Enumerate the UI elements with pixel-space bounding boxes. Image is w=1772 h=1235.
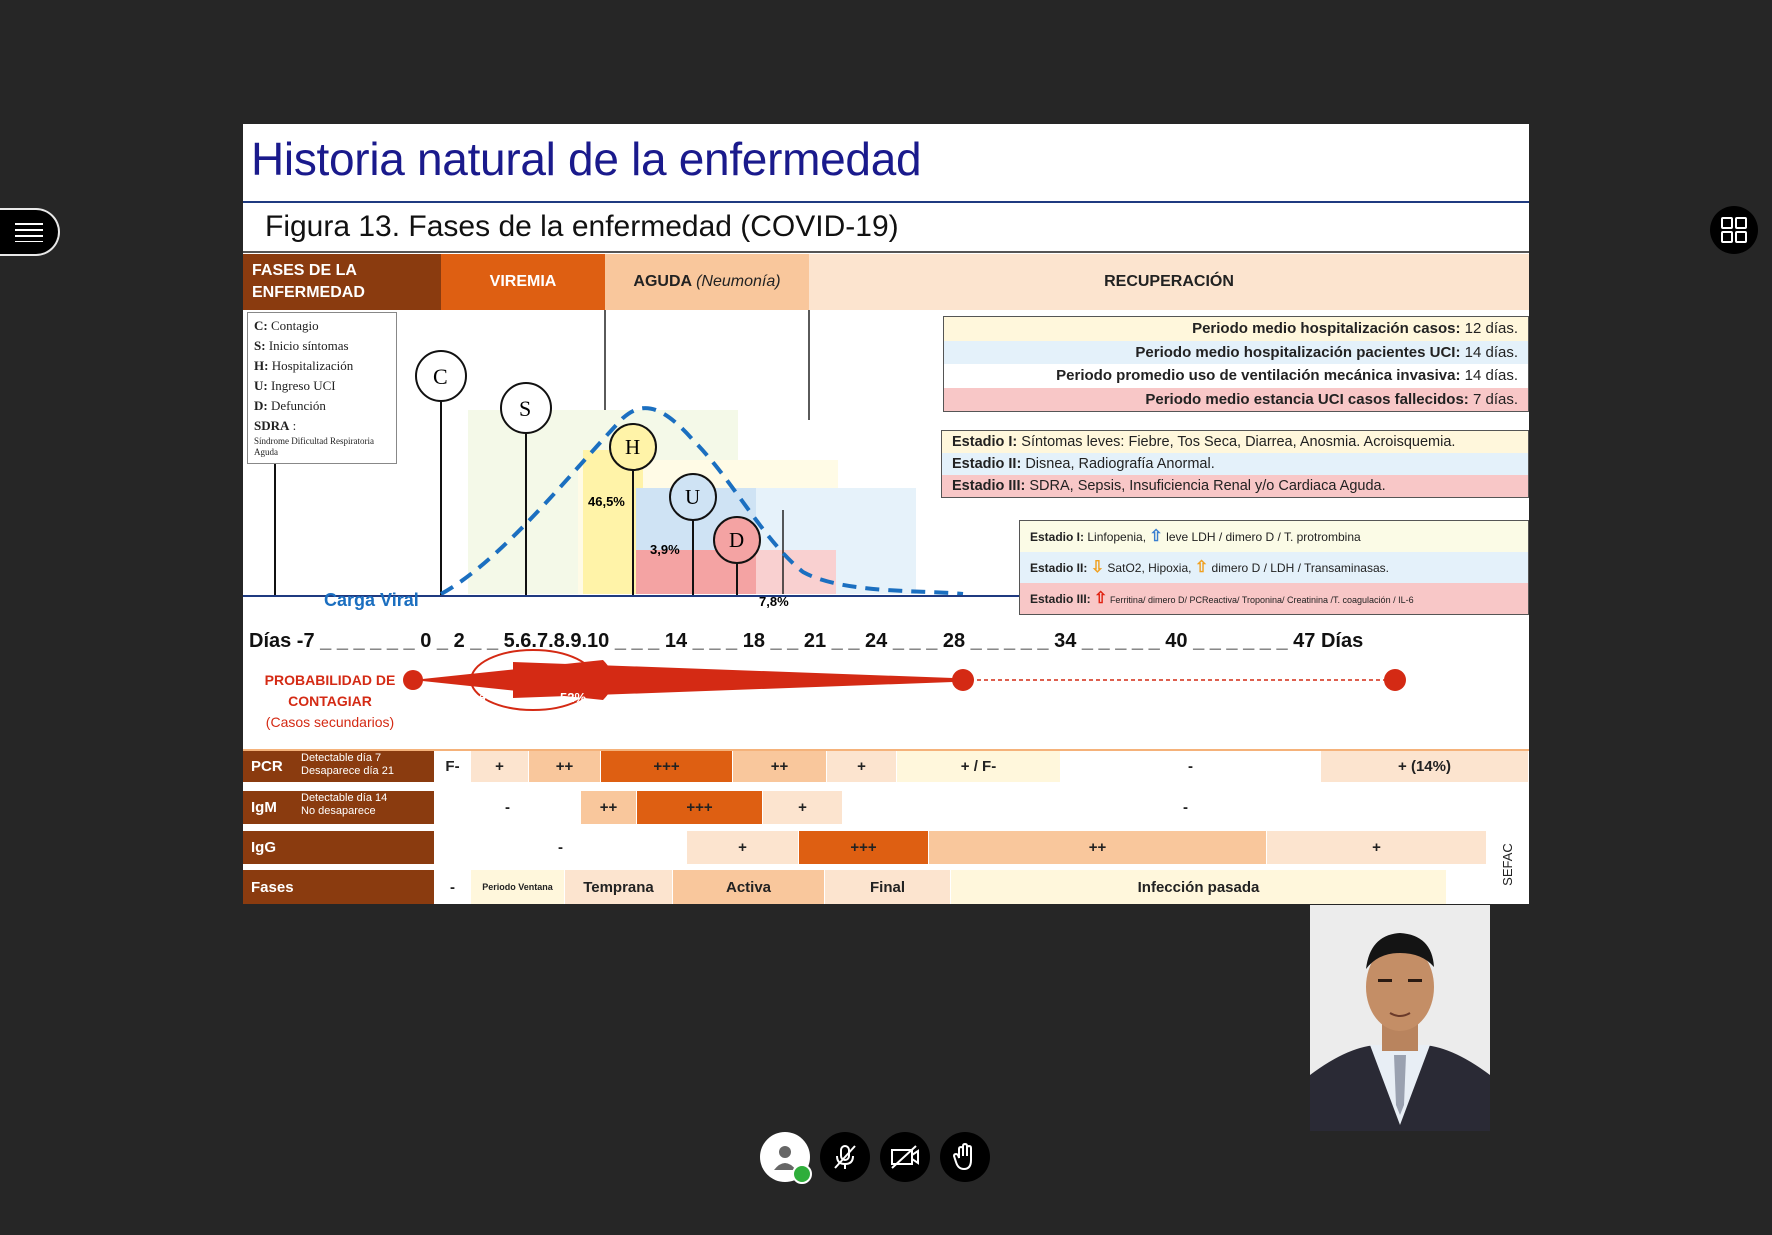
- igm-cell: +: [763, 791, 843, 824]
- hospital-period-row: Periodo promedio uso de ventilación mecá…: [944, 364, 1528, 388]
- lab-stage-row: Estadio I: Linfopenia, ⇧ leve LDH / dime…: [1020, 521, 1528, 552]
- menu-button[interactable]: [0, 208, 60, 256]
- igg-cell: +++: [799, 831, 929, 864]
- grid-icon: [1721, 217, 1747, 243]
- pct-hospital: 46,5%: [588, 494, 625, 509]
- legend-item: SDRA :: [254, 418, 297, 433]
- clinical-stages-box: Estadio I: Síntomas leves: Fiebre, Tos S…: [941, 430, 1529, 498]
- participant-photo: [1310, 905, 1490, 1131]
- clinical-stage-row: Estadio III: SDRA, Sepsis, Insuficiencia…: [942, 475, 1528, 497]
- hamburger-icon: [15, 223, 43, 242]
- pcr-cell: +: [827, 751, 897, 782]
- pcr-cell: F-: [435, 751, 471, 782]
- arrow-up-icon: ⇧: [1149, 528, 1163, 545]
- probability-label: PROBABILIDAD DE CONTAGIAR (Casos secunda…: [264, 672, 396, 730]
- mute-button[interactable]: [820, 1132, 870, 1182]
- pcr-cell: ++: [733, 751, 827, 782]
- days-axis: Días -7 _ _ _ _ _ _ 0 _ 2 _ _ 5.6.7.8.9.…: [249, 630, 1364, 652]
- igg-cell: +: [687, 831, 799, 864]
- arrow-up-icon: ⇧: [1194, 559, 1209, 576]
- abbreviation-legend: C: Contagio S: Inicio síntomas H: Hospital…: [247, 312, 397, 464]
- igg-label: IgG: [243, 831, 435, 864]
- prob-pct-48: 48%: [479, 688, 506, 703]
- figure-caption: Figura 13. Fases de la enfermedad (COVID…: [265, 210, 899, 243]
- pcr-cell: + (14%): [1321, 751, 1529, 782]
- hospital-period-row: Periodo medio hospitalización casos: 12 …: [944, 317, 1528, 341]
- connected-check-icon: [792, 1164, 812, 1184]
- marker-d-label: D: [729, 528, 745, 552]
- igm-cell: -: [843, 791, 1529, 824]
- raise-hand-button[interactable]: [940, 1132, 990, 1182]
- pcr-cell: +++: [601, 751, 733, 782]
- fases-cell: Infección pasada: [951, 870, 1447, 904]
- fases-cell: Final: [825, 870, 951, 904]
- fases-cell: -: [435, 870, 471, 904]
- clinical-stage-row: Estadio II: Disnea, Radiografía Anormal.: [942, 453, 1528, 475]
- phase-header-label: FASES DE LA ENFERMEDAD: [243, 254, 441, 310]
- marker-c-label: C: [433, 364, 448, 389]
- pct-uci: 3,9%: [650, 542, 680, 557]
- igm-cell: -: [435, 791, 581, 824]
- arrow-up-icon: ⇧: [1094, 590, 1108, 607]
- hospital-period-row: Periodo medio estancia UCI casos falleci…: [944, 387, 1528, 411]
- pcr-row: PCR Detectable día 7 Desaparece día 21 F-…: [243, 749, 1529, 782]
- caption-divider: [243, 251, 1529, 253]
- igm-cell: +++: [637, 791, 763, 824]
- igg-cell: +: [1267, 831, 1487, 864]
- legend-item: U: Ingreso UCI: [254, 378, 336, 393]
- slide-title: Historia natural de la enfermedad: [251, 133, 922, 185]
- phase-viremia: VIREMIA: [441, 254, 605, 310]
- pct-defuncion: 7,8%: [759, 594, 789, 609]
- title-divider: [243, 201, 1529, 203]
- presentation-slide: Historia natural de la enfermedad Figura…: [243, 124, 1529, 904]
- fases-cell: Temprana: [565, 870, 673, 904]
- arrow-down-icon: ⇩: [1090, 559, 1105, 576]
- igg-row: IgG - + +++ ++ +: [243, 831, 1529, 864]
- fases-label: Fases: [243, 870, 435, 904]
- igm-row: IgM Detectable día 14 No desaparece - ++ …: [243, 791, 1529, 824]
- pcr-cell: + / F-: [897, 751, 1061, 782]
- phase-aguda: AGUDA (Neumonía): [605, 254, 809, 310]
- phase-recuperacion: RECUPERACIÓN: [809, 254, 1529, 310]
- fases-row: Fases - Periodo Ventana Temprana Activa …: [243, 870, 1529, 904]
- marker-h-label: H: [625, 435, 641, 459]
- microphone-off-icon: [834, 1145, 856, 1169]
- pcr-label: PCR Detectable día 7 Desaparece día 21: [243, 751, 435, 782]
- igm-label: IgM Detectable día 14 No desaparece: [243, 791, 435, 824]
- igg-cell: -: [435, 831, 687, 864]
- hospital-period-row: Periodo medio hospitalización pacientes …: [944, 340, 1528, 364]
- lab-stages-box: Estadio I: Linfopenia, ⇧ leve LDH / dime…: [1019, 520, 1529, 615]
- clinical-stage-row: Estadio I: Síntomas leves: Fiebre, Tos S…: [942, 431, 1528, 453]
- fases-cell: Periodo Ventana: [471, 870, 565, 904]
- lab-stage-row: Estadio III: ⇧ Ferritina/ dimero D/ PCRe…: [1020, 583, 1528, 614]
- igm-cell: ++: [581, 791, 637, 824]
- participant-video[interactable]: [1310, 905, 1490, 1131]
- layout-button[interactable]: [1710, 206, 1758, 254]
- legend-sdra-full: Síndrome Dificultad Respiratoria Aguda: [254, 436, 374, 457]
- legend-item: D: Defunción: [254, 398, 326, 413]
- pcr-cell: ++: [529, 751, 601, 782]
- prob-pct-52: 52%: [560, 690, 587, 705]
- fases-cell: Activa: [673, 870, 825, 904]
- hand-icon: [952, 1142, 972, 1171]
- lab-stage-row: Estadio II: ⇩ SatO2, Hipoxia, ⇧ dimero D…: [1020, 552, 1528, 583]
- camera-off-icon: [891, 1145, 919, 1169]
- carga-viral-label: Carga Viral: [324, 590, 419, 610]
- pcr-cell: -: [1061, 751, 1321, 782]
- user-status-button[interactable]: [760, 1132, 812, 1184]
- meeting-controls: [760, 1132, 990, 1184]
- marker-u-label: U: [685, 485, 701, 509]
- hospitalization-periods-box: Periodo medio hospitalización casos: 12 …: [943, 316, 1529, 412]
- camera-button[interactable]: [880, 1132, 930, 1182]
- legend-item: S: Inicio síntomas: [254, 338, 349, 353]
- sefac-watermark: SEFAC: [1487, 830, 1527, 898]
- legend-item: H: Hospitalización: [254, 358, 354, 373]
- pcr-cell: +: [471, 751, 529, 782]
- death-bar-extended: [756, 550, 836, 594]
- igg-cell: ++: [929, 831, 1267, 864]
- marker-s-label: S: [519, 396, 532, 421]
- legend-item: C: Contagio: [254, 318, 319, 333]
